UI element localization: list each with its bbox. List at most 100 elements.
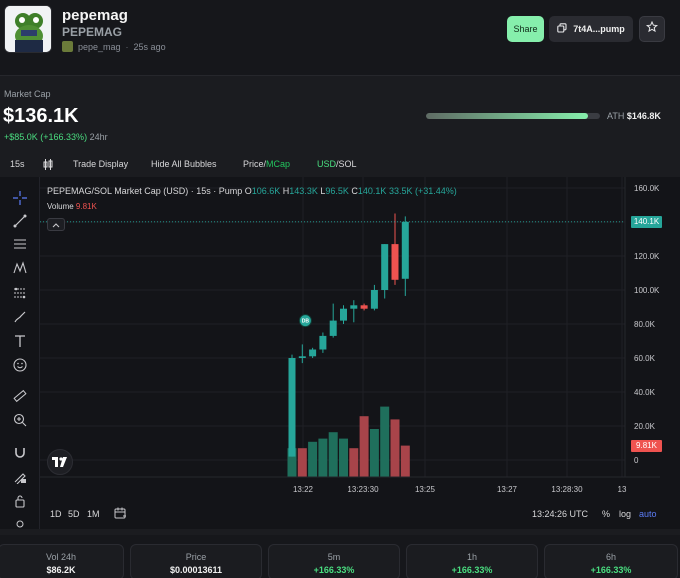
creator-name[interactable]: pepe_mag bbox=[78, 42, 121, 52]
x-tick-label: 13:23:30 bbox=[347, 485, 379, 494]
y-tick-label: 40.0K bbox=[634, 388, 656, 397]
fib-icon[interactable] bbox=[11, 284, 29, 302]
lock-draw-icon[interactable] bbox=[11, 468, 29, 486]
stat-label: 1h bbox=[466, 552, 477, 562]
range-1m-button[interactable]: 1M bbox=[87, 509, 100, 519]
stat-6h[interactable]: 6h +166.33% bbox=[544, 544, 678, 578]
volume-bar bbox=[390, 419, 400, 477]
candle-body bbox=[319, 335, 327, 350]
auto-toggle[interactable]: auto bbox=[639, 509, 657, 519]
chart-time[interactable]: 13:24:26 UTC bbox=[532, 509, 588, 519]
volume-bar bbox=[369, 429, 379, 477]
x-tick-label: 13:25 bbox=[415, 485, 436, 494]
stat-label: 5m bbox=[327, 552, 341, 562]
volume-price-tag: 9.81K bbox=[631, 439, 662, 452]
x-tick-label: 13:22 bbox=[293, 485, 314, 494]
candle-body bbox=[370, 290, 378, 309]
emoji-icon[interactable] bbox=[11, 356, 29, 374]
text-icon[interactable] bbox=[11, 332, 29, 350]
volume-bar bbox=[359, 416, 369, 477]
x-axis: 13:22 13:23:30 13:25 13:27 13:28:30 13 bbox=[40, 476, 660, 494]
magnet-icon[interactable] bbox=[11, 444, 29, 462]
created-time: 25s ago bbox=[133, 41, 166, 52]
contract-address: 7t4A...pump bbox=[573, 24, 625, 34]
candle-body bbox=[329, 320, 337, 336]
x-tick-label: 13:27 bbox=[497, 485, 518, 494]
volume-bars bbox=[287, 406, 410, 477]
volume-label: Volume bbox=[47, 202, 74, 211]
bubble-label: DB bbox=[302, 319, 310, 325]
brush-icon[interactable] bbox=[11, 308, 29, 326]
crosshair-icon[interactable] bbox=[11, 189, 29, 207]
price-mcap-toggle[interactable]: Price/MCap bbox=[243, 159, 290, 169]
chart-container[interactable]: 160.0K140.0K120.0K100.0K80.0K60.0K40.0K2… bbox=[0, 177, 680, 529]
x-tick-label: 13 bbox=[618, 485, 627, 494]
range-1d-button[interactable]: 1D bbox=[50, 509, 62, 519]
collapse-legend-button[interactable] bbox=[47, 218, 65, 231]
ath-progress-bar bbox=[426, 113, 600, 119]
y-tick-label: 80.0K bbox=[634, 320, 656, 329]
last-price-tag: 140.1K bbox=[631, 215, 662, 228]
ath-value: $146.8K bbox=[626, 111, 661, 121]
usd-sol-toggle[interactable]: USD/SOL bbox=[317, 159, 357, 169]
y-tick-label: 160.0K bbox=[634, 184, 660, 193]
range-5d-button[interactable]: 5D bbox=[68, 509, 80, 519]
stat-label: Price bbox=[185, 552, 207, 562]
eye-icon[interactable] bbox=[11, 515, 29, 533]
open-label: O bbox=[244, 186, 252, 196]
price-chart[interactable]: 160.0K140.0K120.0K100.0K80.0K60.0K40.0K2… bbox=[40, 177, 660, 507]
low-value: 96.5K bbox=[325, 186, 349, 196]
ruler-icon[interactable] bbox=[11, 387, 29, 405]
market-cap-change-period: 24hr bbox=[89, 132, 108, 142]
date-range-icon[interactable] bbox=[114, 507, 127, 522]
creator-row: pepe_mag · 25s ago bbox=[62, 41, 166, 52]
lock-icon[interactable] bbox=[11, 492, 29, 510]
log-toggle[interactable]: log bbox=[619, 509, 631, 519]
token-name: pepemag bbox=[62, 7, 128, 24]
stat-5m[interactable]: 5m +166.33% bbox=[268, 544, 400, 578]
stat-1h[interactable]: 1h +166.33% bbox=[406, 544, 538, 578]
copy-icon bbox=[557, 23, 567, 35]
volume-bar bbox=[308, 441, 318, 477]
candle-body bbox=[309, 349, 317, 357]
high-value: 143.3K bbox=[289, 186, 318, 196]
candle-body bbox=[340, 308, 347, 321]
share-button[interactable]: Share bbox=[507, 16, 544, 42]
separator-dot: · bbox=[125, 41, 129, 52]
stat-price: Price $0.00013611 bbox=[130, 544, 262, 578]
copy-contract-button[interactable]: 7t4A...pump bbox=[549, 16, 633, 42]
chart-legend: PEPEMAG/SOL Market Cap (USD) · 15s · Pum… bbox=[47, 186, 457, 196]
interval-selector[interactable]: 15s bbox=[10, 159, 25, 169]
creator-avatar bbox=[62, 41, 73, 52]
chart-toolbar: 15s Trade Display Hide All Bubbles Price… bbox=[0, 159, 680, 173]
volume-value: 9.81K bbox=[75, 202, 97, 211]
favorite-button[interactable] bbox=[639, 16, 665, 42]
zoom-icon[interactable] bbox=[11, 411, 29, 429]
market-cap-value: $136.1K bbox=[3, 105, 79, 127]
market-cap-change: +$85.0K (+166.33%) 24hr bbox=[4, 132, 108, 142]
y-tick-label: 60.0K bbox=[634, 354, 656, 363]
tradingview-logo-icon[interactable] bbox=[47, 449, 73, 475]
trade-bubble[interactable]: DB bbox=[298, 314, 312, 328]
volume-bar bbox=[349, 448, 359, 477]
horizontal-lines-icon[interactable] bbox=[11, 235, 29, 253]
pattern-icon[interactable] bbox=[11, 259, 29, 277]
candle-type-icon[interactable] bbox=[43, 159, 53, 172]
mcap-option: MCap bbox=[266, 159, 291, 169]
market-cap-change-value: +$85.0K (+166.33%) bbox=[4, 132, 88, 142]
trend-line-icon[interactable] bbox=[11, 212, 29, 230]
volume-bar bbox=[318, 438, 328, 477]
ath-progress-fill bbox=[426, 113, 588, 119]
stat-value: +166.33% bbox=[590, 565, 632, 575]
y-tick-label: 100.0K bbox=[634, 286, 660, 295]
open-value: 106.6K bbox=[251, 186, 281, 196]
percent-toggle[interactable]: % bbox=[602, 509, 610, 519]
volume-bar bbox=[328, 432, 338, 477]
y-tick-label: 120.0K bbox=[634, 252, 660, 261]
token-avatar bbox=[4, 5, 52, 53]
trade-display-button[interactable]: Trade Display bbox=[73, 159, 128, 169]
hide-bubbles-button[interactable]: Hide All Bubbles bbox=[151, 159, 217, 169]
stat-label: 6h bbox=[605, 552, 616, 562]
close-value: 140.1K bbox=[357, 186, 387, 196]
ath-label: ATH bbox=[607, 111, 625, 121]
